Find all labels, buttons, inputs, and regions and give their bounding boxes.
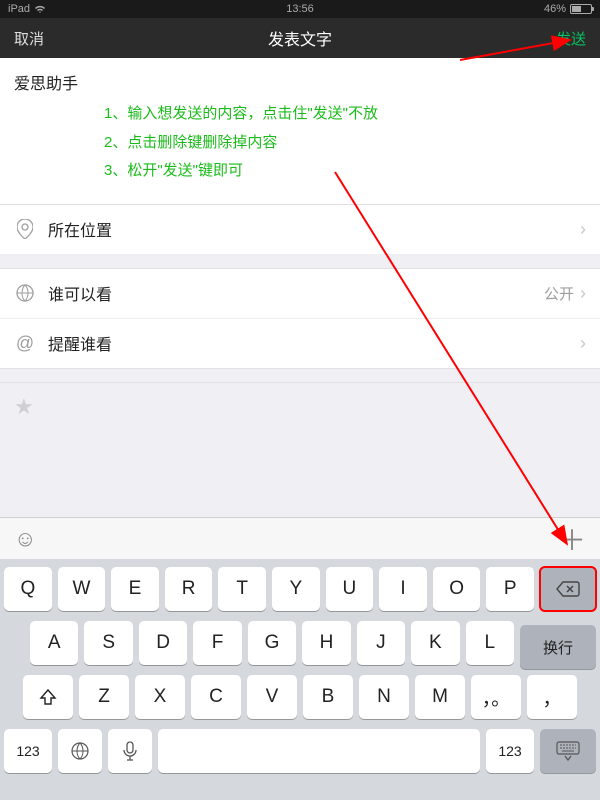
key-c[interactable]: C	[191, 675, 241, 719]
compose-toolbar: ☺ ＋	[0, 517, 600, 559]
battery-icon	[570, 4, 592, 14]
key-z[interactable]: Z	[79, 675, 129, 719]
key-x[interactable]: X	[135, 675, 185, 719]
key-y[interactable]: Y	[272, 567, 320, 611]
mention-label: 提醒谁看	[48, 331, 580, 355]
compose-text: 爱思助手	[14, 70, 586, 94]
key-u[interactable]: U	[326, 567, 374, 611]
clock: 13:56	[286, 3, 314, 15]
send-button[interactable]: 发送	[556, 28, 586, 49]
instruction-line: 2、点击删除键删除掉内容	[104, 129, 586, 158]
key-w[interactable]: W	[58, 567, 106, 611]
key-v[interactable]: V	[247, 675, 297, 719]
key-i[interactable]: I	[379, 567, 427, 611]
backspace-key[interactable]	[540, 567, 596, 611]
device-label: iPad	[8, 3, 30, 15]
at-icon: @	[14, 333, 36, 354]
plus-icon[interactable]: ＋	[558, 519, 586, 559]
chevron-right-icon: ›	[580, 333, 586, 354]
mention-row[interactable]: @ 提醒谁看 ›	[0, 318, 600, 368]
cancel-button[interactable]: 取消	[14, 28, 44, 49]
rating-row[interactable]: ★	[0, 382, 600, 432]
compose-area[interactable]: 爱思助手 1、输入想发送的内容，点击住"发送"不放 2、点击删除键删除掉内容 3…	[0, 58, 600, 204]
key-f[interactable]: F	[193, 621, 241, 665]
key-m[interactable]: M	[415, 675, 465, 719]
instructions: 1、输入想发送的内容，点击住"发送"不放 2、点击删除键删除掉内容 3、松开"发…	[14, 100, 586, 186]
instruction-line: 3、松开"发送"键即可	[104, 157, 586, 186]
star-icon: ★	[14, 394, 34, 420]
visibility-value: 公开	[544, 283, 574, 304]
chevron-right-icon: ›	[580, 219, 586, 240]
key-a[interactable]: A	[30, 621, 78, 665]
location-row[interactable]: 所在位置 ›	[0, 204, 600, 254]
dismiss-keyboard-key[interactable]	[540, 729, 596, 773]
return-key[interactable]: 换行	[520, 625, 596, 669]
key-p[interactable]: P	[486, 567, 534, 611]
num-key[interactable]: 123	[4, 729, 52, 773]
wifi-icon	[34, 5, 46, 14]
shift-key[interactable]	[23, 675, 73, 719]
key-h[interactable]: H	[302, 621, 350, 665]
mic-key[interactable]	[108, 729, 152, 773]
page-title: 发表文字	[268, 26, 332, 50]
status-bar: iPad 13:56 46%	[0, 0, 600, 18]
key-d[interactable]: D	[139, 621, 187, 665]
key-o[interactable]: O	[433, 567, 481, 611]
space-key[interactable]	[158, 729, 480, 773]
emoji-icon[interactable]: ☺	[14, 526, 36, 552]
key-l[interactable]: L	[466, 621, 514, 665]
key-k[interactable]: K	[411, 621, 459, 665]
visibility-label: 谁可以看	[48, 281, 544, 305]
globe-icon	[14, 284, 36, 302]
key-j[interactable]: J	[357, 621, 405, 665]
globe-key[interactable]	[58, 729, 102, 773]
key-q[interactable]: Q	[4, 567, 52, 611]
instruction-line: 1、输入想发送的内容，点击住"发送"不放	[104, 100, 586, 129]
key-b[interactable]: B	[303, 675, 353, 719]
chevron-right-icon: ›	[580, 283, 586, 304]
key-s[interactable]: S	[84, 621, 132, 665]
location-label: 所在位置	[48, 217, 580, 241]
punct-key[interactable]: ，。	[471, 675, 521, 719]
key-g[interactable]: G	[248, 621, 296, 665]
location-icon	[14, 219, 36, 239]
key-n[interactable]: N	[359, 675, 409, 719]
nav-bar: 取消 发表文字 发送	[0, 18, 600, 58]
visibility-row[interactable]: 谁可以看 公开 ›	[0, 268, 600, 318]
key-r[interactable]: R	[165, 567, 213, 611]
key-t[interactable]: T	[218, 567, 266, 611]
num-key-right[interactable]: 123	[486, 729, 534, 773]
key-e[interactable]: E	[111, 567, 159, 611]
comma-key[interactable]: ，	[527, 675, 577, 719]
keyboard: QWERTYUIOP ASDFGHJKL ZXCVBNM ，。 ， 123 12…	[0, 559, 600, 800]
battery-pct: 46%	[544, 3, 566, 15]
